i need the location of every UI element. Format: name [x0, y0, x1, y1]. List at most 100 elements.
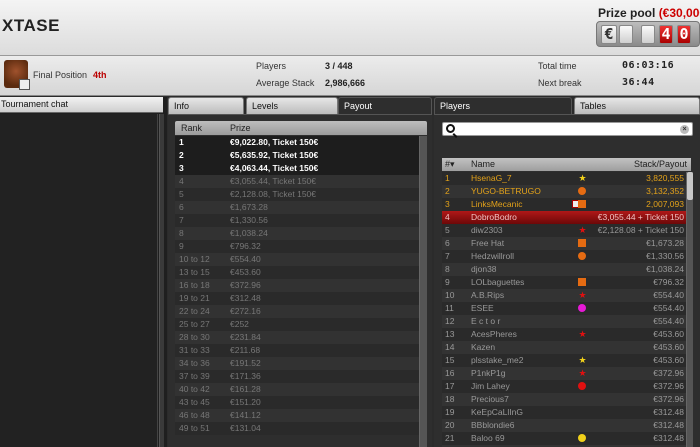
player-row[interactable]: 18 Precious7 €372.96 — [442, 393, 686, 406]
payout-prize: €5,635.92, Ticket 150€ — [230, 150, 319, 160]
player-row[interactable]: 9 LOLbaguettes €796.32 — [442, 276, 686, 289]
scrollbar-thumb[interactable] — [687, 172, 693, 200]
player-name: Baloo 69 — [471, 433, 505, 443]
star-red-icon: ★ — [578, 225, 587, 235]
payout-row: 43 to 45 €151.20 — [175, 396, 419, 409]
tab-tables[interactable]: Tables — [574, 97, 700, 114]
circle-orange-icon — [578, 252, 586, 260]
payout-prize: €312.48 — [230, 293, 261, 303]
tab-tournament-chat[interactable]: Tournament chat — [0, 97, 163, 113]
player-row[interactable]: 6 Free Hat €1,673.28 — [442, 237, 686, 250]
player-name: E c t o r — [471, 316, 501, 326]
chat-scrollbar[interactable] — [159, 114, 164, 447]
search-icon — [446, 124, 455, 133]
payout-rank: 9 — [179, 241, 184, 251]
player-name: P1nkP1g — [471, 368, 506, 378]
payout-rank: 19 to 21 — [179, 293, 210, 303]
col-name[interactable]: Name — [471, 159, 495, 169]
player-number: 18 — [445, 394, 455, 404]
tournament-title: XTASE — [2, 16, 60, 35]
col-rank[interactable]: Rank — [181, 123, 202, 133]
star-red-icon: ★ — [578, 290, 587, 300]
payout-rank: 37 to 39 — [179, 371, 210, 381]
payout-prize: €554.40 — [230, 254, 261, 264]
player-row[interactable]: 20 BBblondie6 €312.48 — [442, 419, 686, 432]
player-avatar[interactable] — [4, 60, 30, 90]
payout-rank: 25 to 27 — [179, 319, 210, 329]
payout-row: 7 €1,330.56 — [175, 214, 419, 227]
player-stack: €453.60 — [653, 329, 684, 339]
player-number: 21 — [445, 433, 455, 443]
players-header: #▾ Name Stack/Payout — [442, 158, 691, 171]
payout-row: 3 €4,063.44, Ticket 150€ — [175, 162, 419, 175]
payout-prize: €2,128.08, Ticket 150€ — [230, 189, 317, 199]
player-number: 20 — [445, 420, 455, 430]
player-row[interactable]: 8 djon38 €1,038.24 — [442, 263, 686, 276]
payout-row: 28 to 30 €231.84 — [175, 331, 419, 344]
player-number: 4 — [445, 212, 450, 222]
player-row[interactable]: 19 KeEpCaLlInG €312.48 — [442, 406, 686, 419]
player-number: 5 — [445, 225, 450, 235]
square-orange-icon — [578, 278, 586, 286]
players-value: 3 / 448 — [325, 61, 353, 71]
payout-row: 8 €1,038.24 — [175, 227, 419, 240]
payout-row: 49 to 51 €131.04 — [175, 422, 419, 435]
players-scrollbar[interactable] — [686, 172, 693, 447]
player-name: Jim Lahey — [471, 381, 510, 391]
player-row[interactable]: 1 HsenaG_7 ★ 3,820,555 — [442, 172, 686, 185]
square-orange-icon — [578, 200, 586, 208]
player-stack: €2,128.08 + Ticket 150 — [597, 225, 684, 235]
payout-prize: €3,055.44, Ticket 150€ — [230, 176, 317, 186]
players-panel: Players Tables × #▾ Name Stack/Payout 1 H… — [434, 97, 700, 447]
player-number: 11 — [445, 303, 454, 313]
player-row[interactable]: 4 DobroBodro €3,055.44 + Ticket 150 — [442, 211, 686, 224]
player-name: AcesPheres — [471, 329, 517, 339]
circle-orange-icon — [578, 187, 586, 195]
player-row[interactable]: 3 LinksMecanic 2,007,093 — [442, 198, 686, 211]
payout-prize: €1,330.56 — [230, 215, 268, 225]
payout-row: 10 to 12 €554.40 — [175, 253, 419, 266]
player-row[interactable]: 2 YUGO-BETRUGO 3,132,352 — [442, 185, 686, 198]
player-row[interactable]: 17 Jim Lahey €372.96 — [442, 380, 686, 393]
col-number[interactable]: #▾ — [445, 159, 455, 170]
player-row[interactable]: 13 AcesPheres ★ €453.60 — [442, 328, 686, 341]
player-row[interactable]: 14 Kazen €453.60 — [442, 341, 686, 354]
player-row[interactable]: 15 plsstake_me2 ★ €453.60 — [442, 354, 686, 367]
player-stack: €796.32 — [653, 277, 684, 287]
tab-players[interactable]: Players — [434, 97, 572, 114]
player-row[interactable]: 21 Baloo 69 €312.48 — [442, 432, 686, 445]
player-row[interactable]: 7 Hedzwillroll €1,330.56 — [442, 250, 686, 263]
payout-rank: 40 to 42 — [179, 384, 210, 394]
tab-payout[interactable]: Payout — [338, 97, 432, 114]
payout-rank: 4 — [179, 176, 184, 186]
counter-digit: 4 — [659, 25, 673, 44]
player-row[interactable]: 16 P1nkP1g ★ €372.96 — [442, 367, 686, 380]
tab-info[interactable]: Info — [168, 97, 244, 114]
player-stack: €453.60 — [653, 342, 684, 352]
player-row[interactable]: 11 ESEE €554.40 — [442, 302, 686, 315]
player-row[interactable]: 12 E c t o r €554.40 — [442, 315, 686, 328]
player-stack: €372.96 — [653, 381, 684, 391]
payout-prize: €161.28 — [230, 384, 261, 394]
player-stack: 2,007,093 — [646, 199, 684, 209]
payout-rank: 1 — [179, 137, 184, 147]
player-stack: €1,038.24 — [646, 264, 684, 274]
clear-icon[interactable]: × — [680, 125, 689, 134]
tab-levels[interactable]: Levels — [246, 97, 338, 114]
payout-prize: €453.60 — [230, 267, 261, 277]
player-search-input[interactable]: × — [442, 122, 693, 136]
payout-prize: €151.20 — [230, 397, 261, 407]
payout-rank: 22 to 24 — [179, 306, 210, 316]
payout-scrollbar[interactable] — [419, 136, 427, 447]
col-prize[interactable]: Prize — [230, 123, 251, 133]
player-row[interactable]: 5 diw2303 ★ €2,128.08 + Ticket 150 — [442, 224, 686, 237]
player-number: 12 — [445, 316, 455, 326]
player-stack: €453.60 — [653, 355, 684, 365]
chat-messages[interactable] — [0, 114, 158, 447]
circle-red-icon — [578, 382, 586, 390]
player-row[interactable]: 10 A.B.Rips ★ €554.40 — [442, 289, 686, 302]
col-stack[interactable]: Stack/Payout — [634, 159, 687, 169]
payout-rank: 49 to 51 — [179, 423, 210, 433]
payout-rank: 10 to 12 — [179, 254, 210, 264]
player-name: ESEE — [471, 303, 494, 313]
